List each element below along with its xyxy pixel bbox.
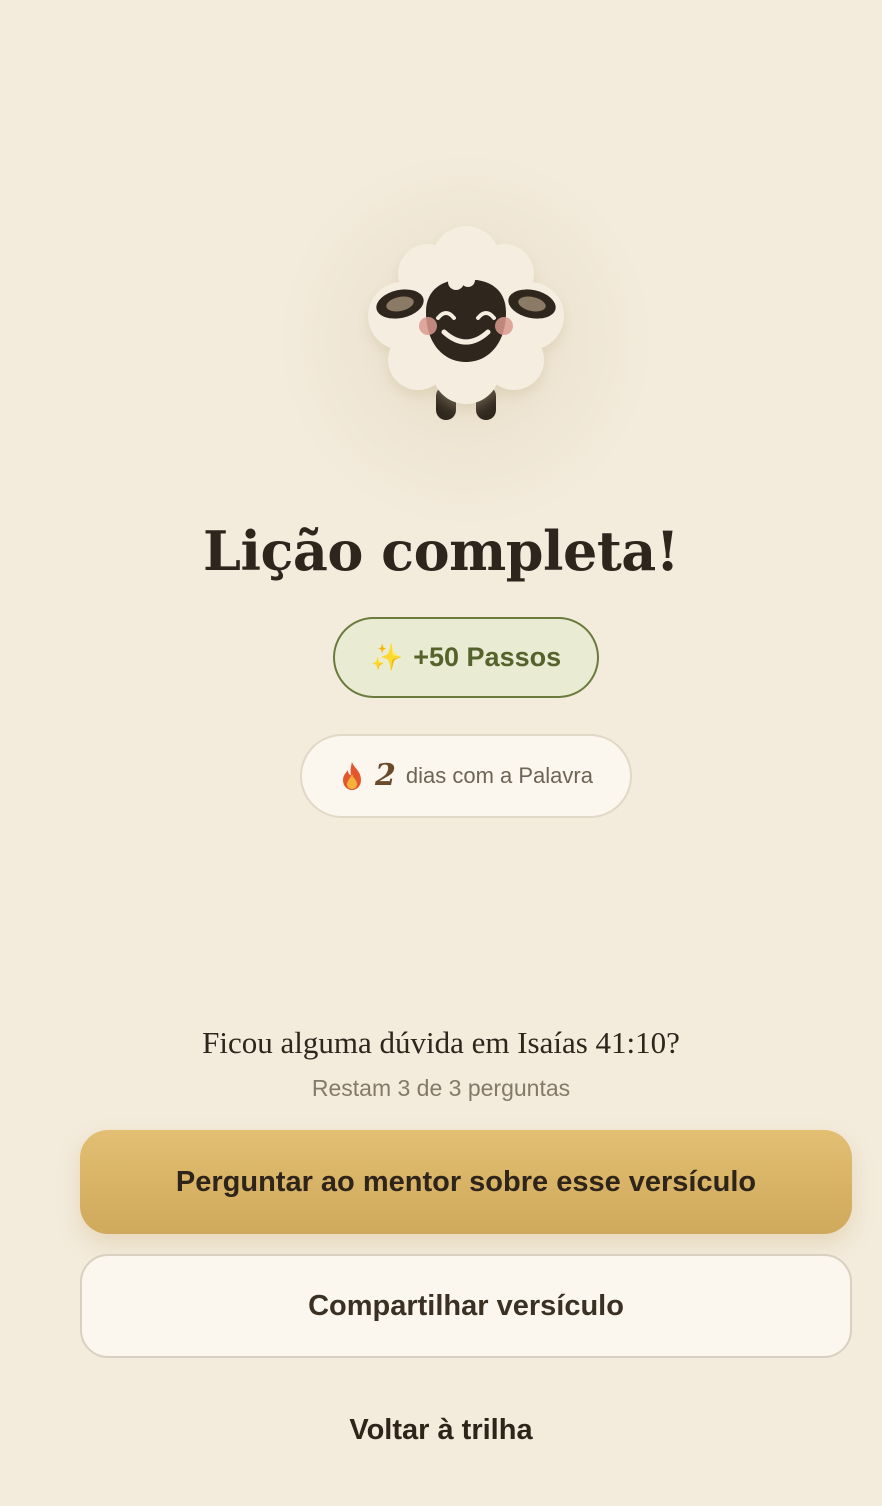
sheep-mascot-icon	[368, 226, 564, 420]
share-verse-button[interactable]: Compartilhar versículo	[80, 1254, 852, 1358]
streak-badge: 2 dias com a Palavra	[300, 734, 632, 818]
sparkles-icon: ✨	[370, 642, 404, 673]
reward-text: +50 Passos	[413, 642, 562, 672]
questions-remaining: Restam 3 de 3 perguntas	[311, 1075, 571, 1101]
lesson-complete-screen: Lição completa! ✨ +50 Passos 2 dias com …	[0, 0, 882, 1506]
flame-icon	[343, 762, 362, 790]
streak-count: 2	[375, 758, 396, 793]
ask-mentor-button[interactable]: Perguntar ao mentor sobre esse versículo	[80, 1130, 852, 1234]
mentor-question: Ficou alguma dúvida em Isaías 41:10?	[202, 1025, 680, 1060]
streak-label: dias com a Palavra	[405, 763, 593, 788]
reward-badge: ✨ +50 Passos	[333, 617, 599, 698]
lesson-complete-title: Lição completa!	[203, 519, 679, 583]
back-to-trail-link[interactable]: Voltar à trilha	[291, 1400, 591, 1460]
